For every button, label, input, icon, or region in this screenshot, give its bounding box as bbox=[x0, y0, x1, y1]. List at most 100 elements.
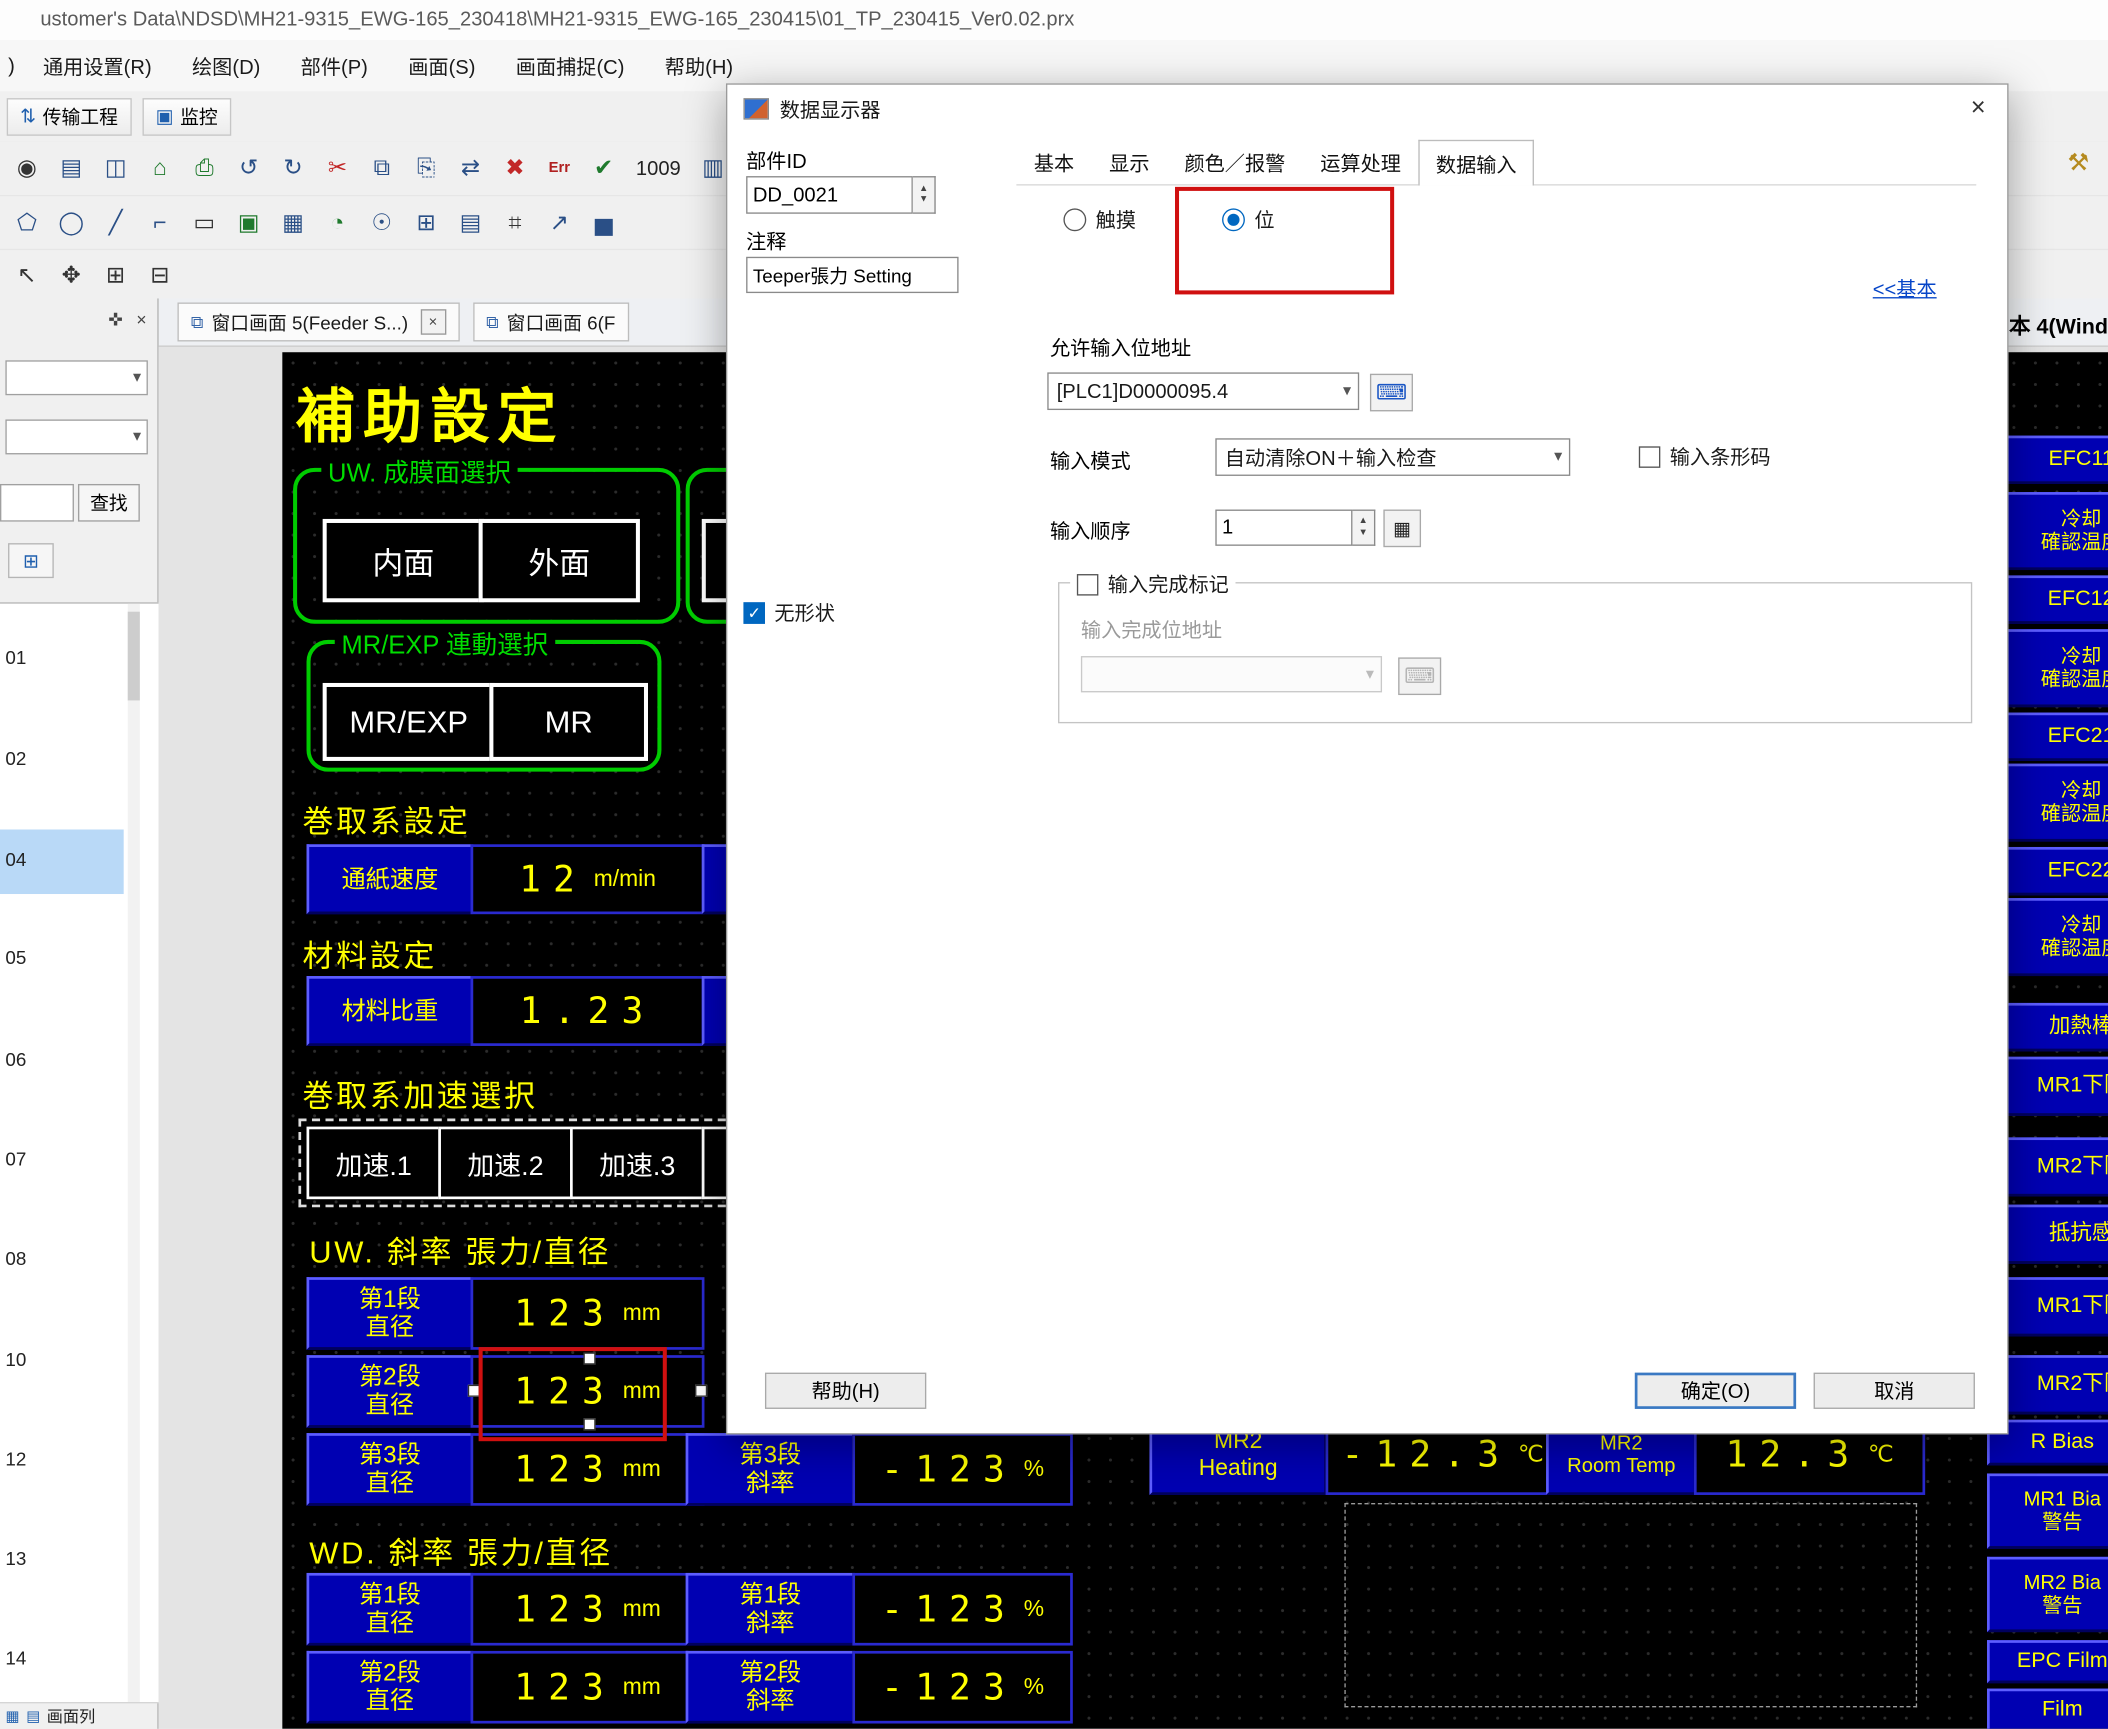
pin-icon[interactable]: ✜ bbox=[108, 309, 123, 331]
tab-data-input[interactable]: 数据输入 bbox=[1418, 140, 1534, 186]
pie-part-icon[interactable]: ◔ bbox=[317, 203, 357, 243]
accel-2-button[interactable]: 加速.2 bbox=[438, 1127, 572, 1200]
hmi-button-efc21[interactable]: EFC21 bbox=[2006, 713, 2108, 761]
menu-item-partial[interactable]: ) bbox=[0, 45, 23, 87]
mr-exp-button[interactable]: MR/EXP bbox=[323, 683, 495, 761]
tab-close-icon[interactable]: × bbox=[420, 309, 446, 335]
rect-tool-icon[interactable]: ▭ bbox=[184, 203, 224, 243]
table-part-icon[interactable]: ▦ bbox=[273, 203, 313, 243]
input-mode-select[interactable]: 自动清除ON＋输入检查 ▾ bbox=[1215, 438, 1570, 476]
hmi-button-mr2-bias-alarm[interactable]: MR2 Bia 警告 bbox=[1987, 1557, 2108, 1632]
export-icon[interactable]: ⎙ bbox=[184, 148, 224, 188]
material-density-label[interactable]: 材料比重 bbox=[307, 976, 474, 1046]
wd-stage1-slope-value[interactable]: -123 % bbox=[852, 1573, 1072, 1646]
tab-basic[interactable]: 基本 bbox=[1016, 141, 1091, 184]
checkbox-icon[interactable] bbox=[1077, 573, 1099, 595]
wd-stage1-slope-label[interactable]: 第1段 斜率 bbox=[686, 1573, 855, 1646]
barcode-checkbox-row[interactable]: 输入条形码 bbox=[1639, 442, 1771, 470]
duplicate-icon[interactable]: ⇄ bbox=[450, 148, 490, 188]
confirm-icon[interactable]: ✔ bbox=[583, 148, 623, 188]
screen-filter-select[interactable]: ▾ bbox=[5, 419, 148, 454]
hmi-button-epc-film[interactable]: EPC Film bbox=[1987, 1640, 2108, 1683]
monitor-button[interactable]: ▣ 监控 bbox=[142, 97, 231, 135]
list-item[interactable]: 10 bbox=[5, 1348, 26, 1370]
menu-item-help[interactable]: 帮助(H) bbox=[645, 42, 754, 89]
menu-item-common-settings[interactable]: 通用设置(R) bbox=[23, 42, 172, 89]
checkbox-icon[interactable] bbox=[1639, 446, 1661, 468]
zoom-out-icon[interactable]: ↺ bbox=[229, 148, 269, 188]
window-part-icon[interactable]: ⊞ bbox=[406, 203, 446, 243]
tab-operation[interactable]: 运算处理 bbox=[1303, 141, 1419, 184]
tab-color-alarm[interactable]: 颜色／报警 bbox=[1167, 141, 1303, 184]
list-item[interactable]: 13 bbox=[5, 1547, 26, 1569]
uw-stage3-value[interactable]: 123 mm bbox=[471, 1433, 705, 1506]
uw-slope-header[interactable]: UW. 斜率 張力/直径 bbox=[309, 1226, 611, 1272]
hmi-button-cooling-check[interactable]: 冷却 確認温度 bbox=[2006, 764, 2108, 842]
zoom-value[interactable]: 1009 bbox=[628, 157, 689, 180]
hmi-button-efc11[interactable]: EFC11 bbox=[2006, 436, 2108, 484]
screen-grid-icon[interactable]: ▦ bbox=[5, 1707, 19, 1724]
list-item[interactable]: 05 bbox=[5, 946, 26, 968]
bottom-tab-label[interactable]: 画面列 bbox=[47, 1705, 95, 1728]
checkbox-checked-icon[interactable]: ✓ bbox=[743, 602, 765, 624]
panel-close-icon[interactable]: × bbox=[136, 309, 146, 331]
cancel-button[interactable]: 取消 bbox=[1814, 1373, 1975, 1409]
hmi-button-cooling-check[interactable]: 冷却 確認温度 bbox=[2006, 629, 2108, 707]
uw-stage1-label[interactable]: 第1段 直径 bbox=[307, 1277, 474, 1350]
line-tool-icon[interactable]: ╱ bbox=[95, 203, 135, 243]
uw-stage3-label[interactable]: 第3段 直径 bbox=[307, 1433, 474, 1506]
hmi-button-cooling-check[interactable]: 冷却 確認温度 bbox=[2006, 492, 2108, 570]
hmi-button-cooling-check[interactable]: 冷却 確認温度 bbox=[2006, 898, 2108, 976]
tree-filter-icon[interactable]: ⊞ bbox=[8, 543, 54, 578]
list-item[interactable]: 14 bbox=[5, 1647, 26, 1669]
hmi-button-efc12[interactable]: EFC12 bbox=[2006, 575, 2108, 623]
error-check-icon[interactable]: Err bbox=[539, 148, 579, 188]
no-shape-checkbox-row[interactable]: ✓ 无形状 bbox=[743, 598, 834, 626]
accel-header[interactable]: 巻取系加速選択 bbox=[302, 1070, 537, 1116]
allow-input-address-select[interactable]: [PLC1]D0000095.4 ▾ bbox=[1047, 372, 1359, 410]
screen-type-select[interactable]: ▾ bbox=[5, 360, 148, 395]
hmi-button-heater-rod[interactable]: 加熱棒 bbox=[2006, 1003, 2108, 1051]
scrollbar-thumb[interactable] bbox=[128, 612, 140, 701]
list-item[interactable]: 06 bbox=[5, 1049, 26, 1071]
hmi-button-mr2-lower[interactable]: MR2下限 bbox=[2006, 1355, 2108, 1414]
basic-link[interactable]: <<基本 bbox=[1873, 274, 1937, 302]
list-item[interactable]: 01 bbox=[5, 647, 26, 669]
material-header[interactable]: 材料設定 bbox=[302, 930, 436, 976]
list-item-selected[interactable]: 04 bbox=[5, 848, 26, 870]
ok-button[interactable]: 确定(O) bbox=[1635, 1373, 1796, 1409]
menu-item-screen[interactable]: 画面(S) bbox=[388, 42, 496, 89]
tab-display[interactable]: 显示 bbox=[1092, 141, 1167, 184]
find-button[interactable]: 查找 bbox=[78, 484, 140, 522]
list-item[interactable]: 08 bbox=[5, 1248, 26, 1270]
keypad-icon[interactable]: ⌨ bbox=[1370, 374, 1413, 412]
completion-address-select[interactable]: ▾ bbox=[1081, 656, 1382, 692]
inner-face-button[interactable]: 内面 bbox=[323, 519, 484, 602]
polyline-tool-icon[interactable]: ⌐ bbox=[140, 203, 180, 243]
paper-speed-value[interactable]: 12 m/min bbox=[471, 844, 705, 914]
polygon-tool-icon[interactable]: ⬠ bbox=[7, 203, 47, 243]
hmi-button-resistance[interactable]: 抵抗感 bbox=[2006, 1205, 2108, 1264]
hmi-button-film[interactable]: Film bbox=[1987, 1689, 2108, 1729]
hmi-button-mr1-lower[interactable]: MR1下限 bbox=[2006, 1277, 2108, 1336]
list-item[interactable]: 02 bbox=[5, 747, 26, 769]
paste-icon[interactable]: ⎘ bbox=[406, 148, 446, 188]
hmi-screen-title[interactable]: 補助設定 bbox=[296, 368, 565, 454]
mr-button[interactable]: MR bbox=[489, 683, 648, 761]
date-part-icon[interactable]: ▤ bbox=[450, 203, 490, 243]
wd-stage2-slope-value[interactable]: -123 % bbox=[852, 1651, 1072, 1724]
hmi-button-efc22[interactable]: EFC22 bbox=[2006, 847, 2108, 895]
accel-1-button[interactable]: 加速.1 bbox=[307, 1127, 441, 1200]
new-screen-icon[interactable]: ▤ bbox=[51, 148, 91, 188]
hmi-button-mr1-lower[interactable]: MR1下限 bbox=[2006, 1057, 2108, 1116]
zoom-in-icon[interactable]: ↻ bbox=[273, 148, 313, 188]
comment-input[interactable] bbox=[746, 257, 958, 293]
touch-radio[interactable]: 触摸 bbox=[1063, 206, 1136, 234]
uw-stage3-slope-value[interactable]: -123 % bbox=[852, 1433, 1072, 1506]
winding-header[interactable]: 巻取系設定 bbox=[302, 796, 470, 842]
spinner-arrows-icon[interactable]: ▲▼ bbox=[1352, 510, 1375, 546]
tree-collapse-icon[interactable]: ⊟ bbox=[140, 255, 180, 295]
wd-stage2-label[interactable]: 第2段 直径 bbox=[307, 1651, 474, 1724]
copy-icon[interactable]: ⧉ bbox=[362, 148, 402, 188]
hmi-button-mr1-bias-alarm[interactable]: MR1 Bia 警告 bbox=[1987, 1473, 2108, 1548]
